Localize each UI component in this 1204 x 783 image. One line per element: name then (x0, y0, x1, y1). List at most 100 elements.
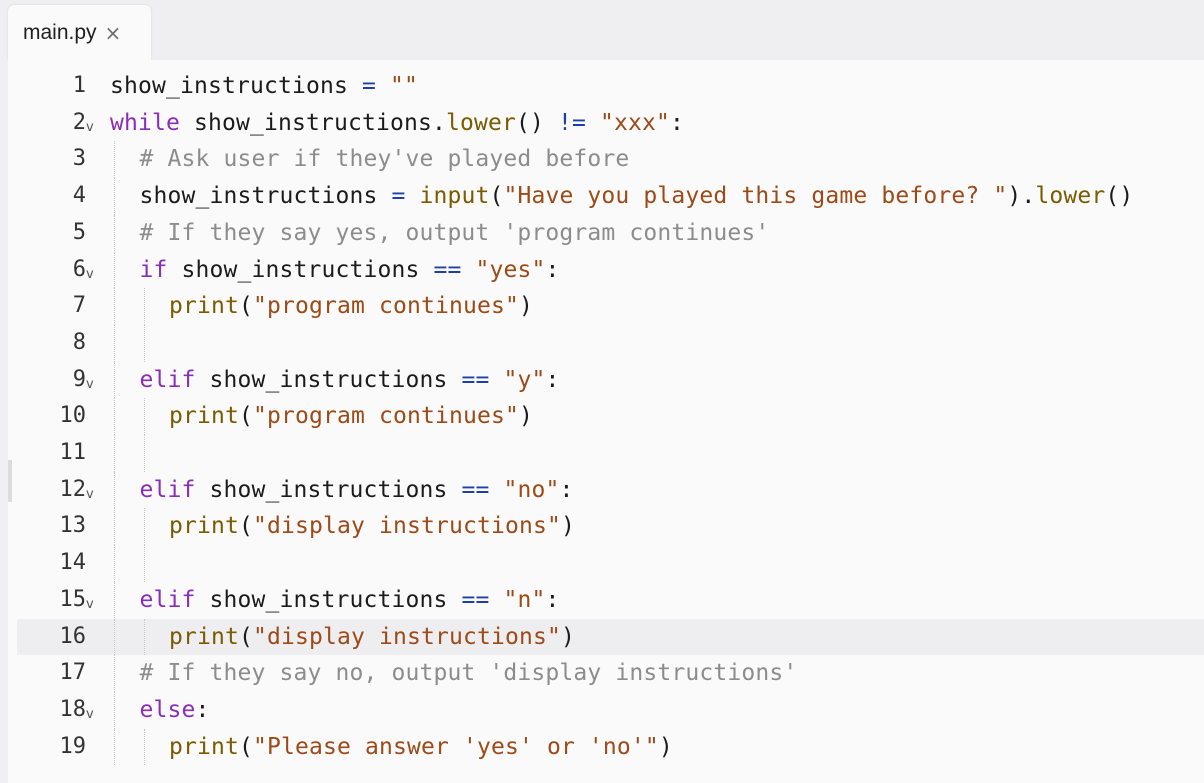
code-line[interactable]: 4 show_instructions = input("Have you pla… (17, 178, 1204, 215)
code-line[interactable]: 18 v else: (17, 691, 1204, 729)
code-line[interactable]: 16 print("display instructions") (17, 618, 1204, 656)
close-icon[interactable]: × (105, 23, 122, 43)
code-token: show_instructions. (180, 109, 446, 136)
operator-token: == (461, 476, 490, 503)
indent-guide (143, 435, 145, 472)
code-text: # Ask user if they've played before (140, 141, 630, 177)
code-text: print("program continues") (169, 288, 533, 324)
line-number: 10 (59, 403, 87, 429)
fold-chevron-icon[interactable]: v (86, 110, 94, 146)
code-line[interactable]: 17 # If they say no, output 'display inst… (17, 655, 1204, 692)
indent-guide (143, 288, 145, 325)
code-token: : (545, 366, 560, 393)
code-line[interactable]: 19 print("Please answer 'yes' or 'no'") (17, 728, 1204, 766)
fold-chevron-icon[interactable]: v (86, 587, 94, 623)
line-number: 11 (59, 440, 87, 465)
operator-token: == (461, 366, 490, 393)
fold-chevron-icon[interactable]: v (86, 477, 94, 513)
code-text: show_instructions = input("Have you play… (140, 178, 1134, 214)
fold-chevron-icon[interactable]: v (86, 367, 94, 403)
code-text: show_instructions = "" (110, 68, 418, 104)
line-number: 3 (72, 146, 86, 172)
fold-chevron-icon[interactable]: v (86, 257, 94, 293)
code-token: : (545, 586, 560, 613)
indent-guide (143, 728, 145, 766)
code-text: elif show_instructions == "y": (140, 362, 560, 398)
fold-chevron-icon[interactable]: v (86, 697, 94, 733)
operator-token: == (461, 586, 490, 613)
code-token: : (195, 696, 210, 723)
tab-bar: main.py × (0, 0, 1204, 60)
comment-token: # If they say no, output 'display instru… (139, 660, 798, 687)
string-token: "program continues" (253, 403, 519, 430)
code-line[interactable]: 15 v elif show_instructions == "n": (17, 581, 1204, 619)
string-token: "Have you played this game before? " (503, 183, 1008, 210)
code-line[interactable]: 12 v elif show_instructions == "no": (17, 471, 1204, 509)
keyword-token: elif (139, 476, 196, 503)
code-line[interactable]: 2 v while show_instructions.lower() != "xx… (17, 105, 1204, 141)
line-number: 19 (59, 733, 87, 759)
indent-guide (114, 398, 115, 435)
code-token: : (559, 476, 574, 503)
code-token: show_instructions (167, 256, 434, 283)
line-number: 6 (72, 256, 86, 282)
string-token: "program continues" (253, 293, 519, 320)
indent-guide (114, 728, 115, 766)
indent-guide (114, 618, 115, 656)
function-token: print (169, 293, 239, 320)
line-number: 8 (72, 329, 86, 355)
code-token: ( (239, 623, 253, 650)
code-line[interactable]: 9 v elif show_instructions == "y": (17, 361, 1204, 399)
code-line[interactable]: 10 print("program continues") (17, 398, 1204, 435)
indent-guide (114, 655, 115, 692)
code-line[interactable]: 5 # If they say yes, output 'program cont… (17, 214, 1204, 252)
code-token: : (669, 109, 684, 136)
line-number: 18 (59, 696, 87, 722)
code-token: ( (239, 293, 253, 320)
code-line[interactable]: 7 print("program continues") (17, 288, 1204, 325)
code-line[interactable]: 6 v if show_instructions == "yes": (17, 251, 1204, 289)
line-number: 16 (59, 623, 87, 649)
string-token: "Please answer 'yes' or 'no'" (253, 733, 659, 760)
code-token: ( (239, 513, 253, 540)
scrollbar-marker[interactable] (8, 460, 12, 502)
code-line[interactable]: 13 print("display instructions") (17, 508, 1204, 546)
code-token: () (1105, 183, 1134, 210)
string-token: "yes" (475, 256, 546, 283)
code-line[interactable]: 8 (17, 324, 1204, 362)
code-token: show_instructions (195, 476, 462, 503)
code-text: else: (140, 692, 210, 728)
code-line[interactable]: 1 show_instructions = "" (17, 68, 1204, 104)
code-editor[interactable]: 1 show_instructions = "" 2 v while show_inst… (8, 60, 1204, 783)
code-text: elif show_instructions == "n": (140, 582, 560, 618)
indent-guide (114, 251, 115, 289)
code-token: ) (658, 733, 673, 760)
indent-guide (114, 288, 115, 325)
code-line[interactable]: 11 (17, 435, 1204, 472)
code-token: ( (239, 733, 253, 760)
code-line[interactable]: 3 # Ask user if they've played before (17, 141, 1204, 179)
line-number: 4 (72, 183, 86, 209)
tab-main-py[interactable]: main.py × (8, 5, 151, 60)
code-text: print("Please answer 'yes' or 'no'") (169, 729, 673, 765)
line-number: 17 (59, 660, 87, 686)
code-line[interactable]: 14 (17, 545, 1204, 582)
operator-token: == (433, 256, 462, 283)
indent-guide (114, 324, 115, 362)
indent-guide (143, 324, 145, 362)
code-text: print("program continues") (169, 398, 533, 434)
keyword-token: elif (139, 366, 196, 393)
comment-token: # If they say yes, output 'program conti… (139, 219, 770, 246)
indent-guide (143, 545, 145, 582)
indent-guide (114, 178, 115, 215)
code-token: ( (239, 403, 253, 430)
string-token: "display instructions" (253, 513, 561, 540)
code-token: show_instructions (110, 73, 348, 99)
code-text: print("display instructions") (169, 508, 575, 544)
tab-label: main.py (23, 21, 97, 44)
keyword-token: while (110, 109, 180, 136)
indent-guide (114, 435, 115, 472)
function-token: lower (1035, 183, 1106, 210)
